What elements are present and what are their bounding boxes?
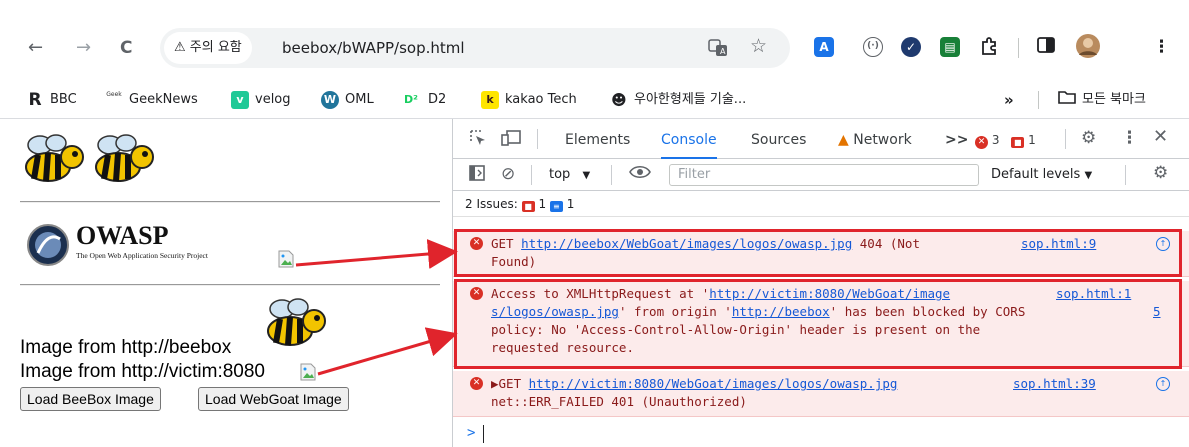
annotation-arrow: [317, 327, 458, 376]
annotation-arrow: [295, 239, 458, 269]
annotation-arrows: [295, 239, 458, 376]
